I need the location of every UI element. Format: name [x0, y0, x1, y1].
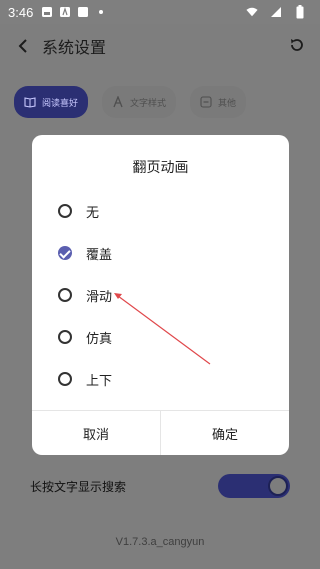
radio-button[interactable] [58, 372, 72, 386]
signal-icon [270, 6, 282, 18]
long-press-search-label: 长按文字显示搜索 [30, 480, 127, 494]
top-bar: 系统设置 [0, 24, 320, 68]
battery-icon [294, 5, 306, 19]
long-press-search-toggle[interactable] [218, 474, 290, 498]
back-icon[interactable] [12, 34, 36, 58]
status-time: 3:46 [8, 4, 34, 20]
tab-other[interactable]: 其他 [190, 86, 247, 118]
option-simulation[interactable]: 仿真 [58, 322, 268, 352]
tab-text-style[interactable]: 文字样式 [102, 86, 177, 118]
page-title: 系统设置 [42, 38, 107, 57]
dot-icon [95, 6, 107, 18]
text-icon [59, 6, 71, 18]
dialog-title: 翻页动画 [132, 160, 189, 176]
tab-label: 阅读喜好 [42, 98, 79, 109]
tab-label: 文字样式 [130, 98, 167, 109]
wifi-icon [246, 6, 258, 18]
radio-button[interactable] [58, 288, 72, 302]
confirm-button[interactable]: 确定 [160, 411, 289, 455]
image-icon [41, 6, 53, 18]
version-text: V1.7.3.a_cangyun [115, 536, 205, 548]
option-label: 覆盖 [86, 247, 113, 263]
radio-button[interactable] [58, 330, 72, 344]
status-bar: 3:46 [0, 0, 320, 24]
option-label: 仿真 [86, 331, 113, 347]
tab-reading-preference[interactable]: 阅读喜好 [14, 86, 89, 118]
dialog-footer: 取消 确定 [32, 410, 289, 455]
cancel-button[interactable]: 取消 [32, 411, 160, 455]
option-label: 滑动 [86, 289, 113, 305]
radio-button[interactable] [58, 204, 72, 218]
option-slide[interactable]: 滑动 [58, 280, 268, 310]
option-label: 上下 [86, 373, 113, 389]
book-icon [24, 96, 36, 108]
refresh-icon[interactable] [286, 34, 308, 56]
radio-button-checked[interactable] [58, 246, 72, 260]
text-style-icon [112, 96, 124, 108]
square-icon [77, 6, 89, 18]
option-label: 无 [86, 205, 100, 221]
option-none[interactable]: 无 [58, 196, 268, 226]
option-cover[interactable]: 覆盖 [58, 238, 268, 268]
other-icon [200, 96, 212, 108]
page-turn-animation-dialog: 翻页动画 无 覆盖 滑动 仿真 上下 取消 确定 [32, 135, 289, 455]
option-vertical[interactable]: 上下 [58, 364, 268, 394]
settings-tabs: 阅读喜好 文字样式 其他 [14, 86, 314, 120]
toggle-knob [268, 476, 288, 496]
tab-label: 其他 [218, 98, 237, 109]
